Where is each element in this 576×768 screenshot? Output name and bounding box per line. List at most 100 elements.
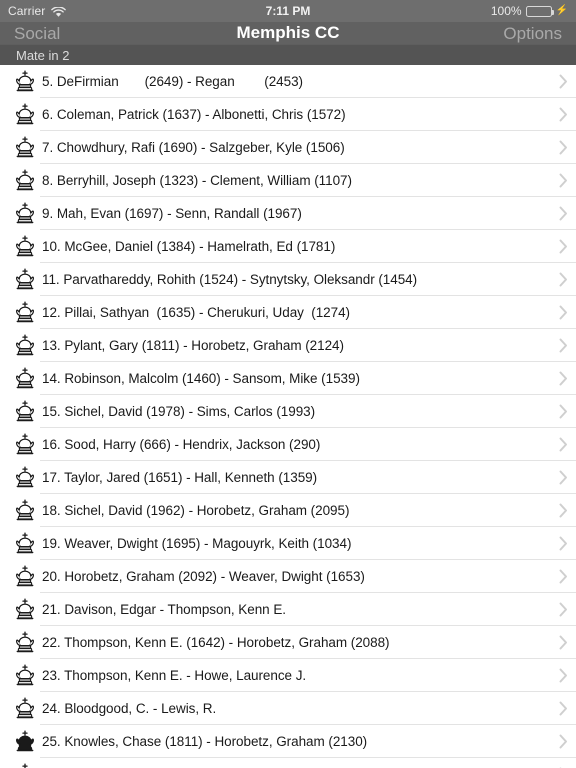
chevron-right-icon[interactable] <box>550 701 576 716</box>
white-king-icon <box>10 532 40 556</box>
game-label: 19. Weaver, Dwight (1695) - Magouyrk, Ke… <box>42 536 352 551</box>
white-king-icon <box>10 697 40 721</box>
white-king-icon <box>16 334 34 355</box>
app-screen: Carrier 7:11 PM 100% ⚡ Social Memphis CC… <box>0 0 576 768</box>
white-king-icon <box>10 334 40 358</box>
list-item[interactable] <box>0 758 576 768</box>
list-item[interactable]: 21. Davison, Edgar - Thompson, Kenn E. <box>0 593 576 626</box>
chevron-right-icon[interactable] <box>550 206 576 221</box>
list-item[interactable]: 8. Berryhill, Joseph (1323) - Clement, W… <box>0 164 576 197</box>
page-title: Memphis CC <box>236 23 340 42</box>
game-label: 16. Sood, Harry (666) - Hendrix, Jackson… <box>42 437 321 452</box>
game-label: 24. Bloodgood, C. - Lewis, R. <box>42 701 217 716</box>
list-item[interactable]: 14. Robinson, Malcolm (1460) - Sansom, M… <box>0 362 576 395</box>
white-king-icon <box>16 103 34 124</box>
chevron-right-icon[interactable] <box>550 668 576 683</box>
navigation-bar: Social Memphis CC Options <box>0 22 576 44</box>
list-item[interactable]: 9. Mah, Evan (1697) - Senn, Randall (196… <box>0 197 576 230</box>
white-king-icon <box>10 301 40 325</box>
white-king-icon <box>10 70 40 94</box>
status-bar-time: 7:11 PM <box>265 4 311 18</box>
chevron-right-icon[interactable] <box>550 569 576 584</box>
game-label: 9. Mah, Evan (1697) - Senn, Randall (196… <box>42 206 302 221</box>
chevron-right-icon[interactable] <box>550 239 576 254</box>
white-king-icon <box>10 103 40 127</box>
list-item[interactable]: 23. Thompson, Kenn E. - Howe, Laurence J… <box>0 659 576 692</box>
chevron-right-icon[interactable] <box>550 437 576 452</box>
list-item[interactable]: 7. Chowdhury, Rafi (1690) - Salzgeber, K… <box>0 131 576 164</box>
white-king-icon <box>10 631 40 655</box>
white-king-icon <box>10 466 40 490</box>
chevron-right-icon[interactable] <box>550 272 576 287</box>
list-item[interactable]: 18. Sichel, David (1962) - Horobetz, Gra… <box>0 494 576 527</box>
status-bar-left: Carrier <box>8 4 67 18</box>
list-item[interactable]: 15. Sichel, David (1978) - Sims, Carlos … <box>0 395 576 428</box>
white-king-icon <box>10 664 40 688</box>
list-item[interactable]: 11. Parvathareddy, Rohith (1524) - Sytny… <box>0 263 576 296</box>
chevron-right-icon[interactable] <box>550 503 576 518</box>
game-label: 7. Chowdhury, Rafi (1690) - Salzgeber, K… <box>42 140 345 155</box>
game-label: 11. Parvathareddy, Rohith (1524) - Sytny… <box>42 272 418 287</box>
game-label: 6. Coleman, Patrick (1637) - Albonetti, … <box>42 107 346 122</box>
section-header: Mate in 2 <box>0 44 576 65</box>
game-label: 22. Thompson, Kenn E. (1642) - Horobetz,… <box>42 635 390 650</box>
white-king-icon <box>16 565 34 586</box>
white-king-icon <box>16 169 34 190</box>
white-king-icon <box>16 466 34 487</box>
white-king-icon <box>16 631 34 652</box>
list-item[interactable]: 22. Thompson, Kenn E. (1642) - Horobetz,… <box>0 626 576 659</box>
chevron-right-icon[interactable] <box>550 734 576 749</box>
list-item[interactable]: 16. Sood, Harry (666) - Hendrix, Jackson… <box>0 428 576 461</box>
chevron-right-icon[interactable] <box>550 74 576 89</box>
white-king-icon <box>16 499 34 520</box>
white-king-icon <box>16 136 34 157</box>
chevron-right-icon[interactable] <box>550 371 576 386</box>
white-king-icon <box>16 202 34 223</box>
chevron-right-icon[interactable] <box>550 602 576 617</box>
chevron-right-icon[interactable] <box>550 404 576 419</box>
status-bar: Carrier 7:11 PM 100% ⚡ <box>0 0 576 22</box>
white-king-icon <box>16 268 34 289</box>
game-list[interactable]: 5. DeFirmian (2649) - Regan (2453) 6. Co… <box>0 65 576 768</box>
game-label: 8. Berryhill, Joseph (1323) - Clement, W… <box>42 173 352 188</box>
white-king-icon <box>10 598 40 622</box>
chevron-right-icon[interactable] <box>550 470 576 485</box>
white-king-icon <box>10 433 40 457</box>
white-king-icon <box>10 169 40 193</box>
social-button[interactable]: Social <box>14 25 60 42</box>
list-item[interactable]: 19. Weaver, Dwight (1695) - Magouyrk, Ke… <box>0 527 576 560</box>
white-king-icon <box>16 532 34 553</box>
list-item[interactable]: 10. McGee, Daniel (1384) - Hamelrath, Ed… <box>0 230 576 263</box>
list-item[interactable]: 25. Knowles, Chase (1811) - Horobetz, Gr… <box>0 725 576 758</box>
lightning-bolt-icon: ⚡ <box>555 5 568 16</box>
white-king-icon <box>16 235 34 256</box>
chevron-right-icon[interactable] <box>550 536 576 551</box>
white-king-icon <box>10 499 40 523</box>
white-king-icon <box>10 367 40 391</box>
list-item[interactable]: 13. Pylant, Gary (1811) - Horobetz, Grah… <box>0 329 576 362</box>
game-label: 10. McGee, Daniel (1384) - Hamelrath, Ed… <box>42 239 336 254</box>
wifi-icon <box>51 5 67 18</box>
list-item[interactable]: 17. Taylor, Jared (1651) - Hall, Kenneth… <box>0 461 576 494</box>
chevron-right-icon[interactable] <box>550 635 576 650</box>
list-item[interactable]: 12. Pillai, Sathyan (1635) - Cherukuri, … <box>0 296 576 329</box>
white-king-icon <box>10 268 40 292</box>
list-item[interactable]: 6. Coleman, Patrick (1637) - Albonetti, … <box>0 98 576 131</box>
list-item[interactable]: 5. DeFirmian (2649) - Regan (2453) <box>0 65 576 98</box>
black-king-icon <box>16 730 34 751</box>
chevron-right-icon[interactable] <box>550 338 576 353</box>
white-king-icon <box>16 433 34 454</box>
options-button[interactable]: Options <box>503 25 562 42</box>
white-king-icon <box>10 565 40 589</box>
chevron-right-icon[interactable] <box>550 305 576 320</box>
chevron-right-icon[interactable] <box>550 140 576 155</box>
list-item[interactable]: 24. Bloodgood, C. - Lewis, R. <box>0 692 576 725</box>
game-label: 14. Robinson, Malcolm (1460) - Sansom, M… <box>42 371 360 386</box>
battery-icon <box>525 5 554 17</box>
list-item[interactable]: 20. Horobetz, Graham (2092) - Weaver, Dw… <box>0 560 576 593</box>
chevron-right-icon[interactable] <box>550 107 576 122</box>
game-label: 15. Sichel, David (1978) - Sims, Carlos … <box>42 404 316 419</box>
game-label: 13. Pylant, Gary (1811) - Horobetz, Grah… <box>42 338 344 353</box>
white-king-icon <box>10 400 40 424</box>
chevron-right-icon[interactable] <box>550 173 576 188</box>
